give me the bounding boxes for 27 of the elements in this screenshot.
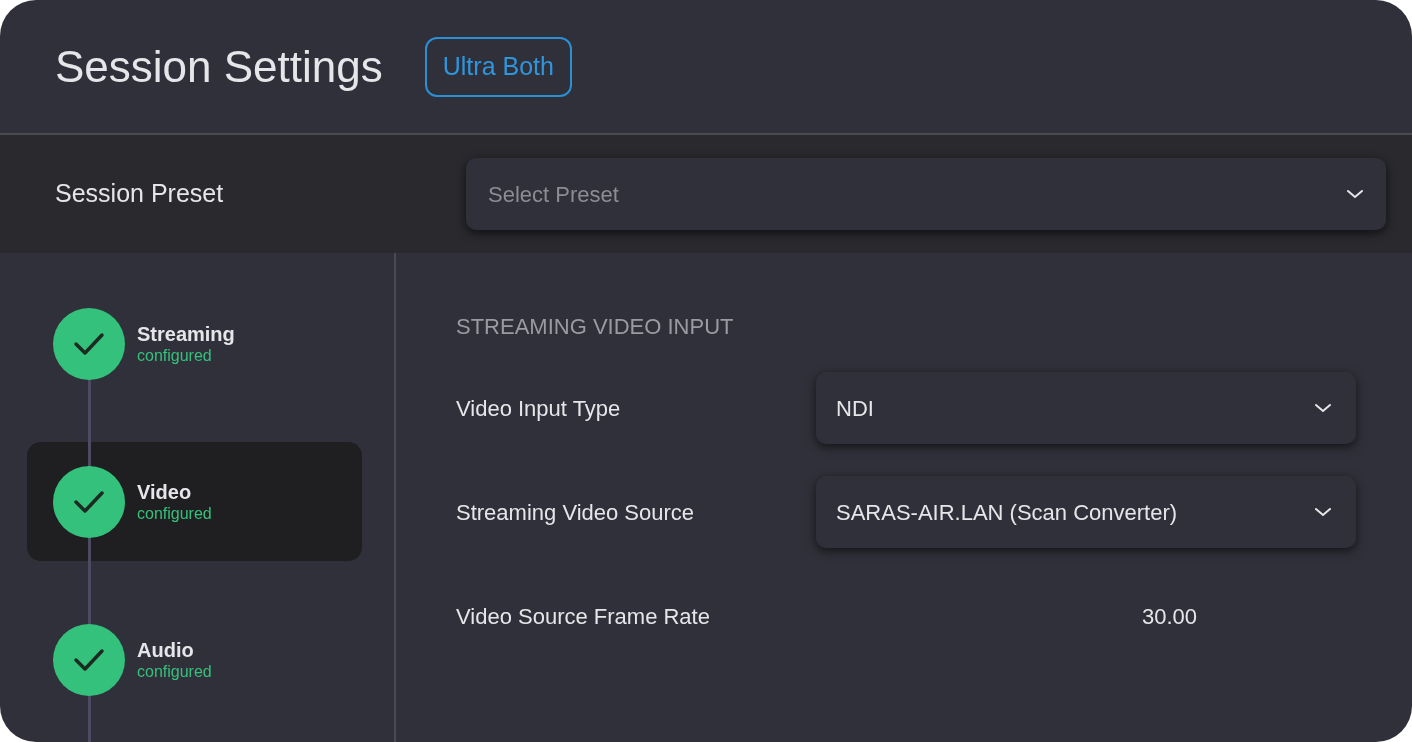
- step-item[interactable]: Streaming configured: [27, 284, 362, 403]
- step-title: Streaming: [137, 321, 235, 346]
- step-title: Audio: [137, 637, 195, 662]
- preset-label: Session Preset: [55, 178, 225, 210]
- preset-dropdown[interactable]: Select Preset: [466, 158, 1386, 230]
- chevron-down-icon: [1314, 507, 1332, 517]
- field-value: 30.00: [1142, 602, 1198, 631]
- select-dropdown[interactable]: NDI: [816, 372, 1356, 444]
- chevron-down-icon: [1346, 189, 1364, 199]
- field-label: Video Source Frame Rate: [456, 602, 711, 631]
- check-icon: [73, 489, 105, 514]
- step-status: configured: [137, 661, 212, 682]
- step-status: configured: [137, 345, 213, 366]
- field-label: Streaming Video Source: [456, 498, 696, 527]
- check-icon: [73, 647, 105, 672]
- step-status: configured: [137, 503, 212, 524]
- step-item[interactable]: Audio configured: [27, 600, 362, 719]
- check-icon: [73, 331, 105, 356]
- mode-tag: Ultra Both: [424, 36, 572, 97]
- window-title: Session Settings: [55, 40, 383, 93]
- preset-placeholder: Select Preset: [488, 180, 619, 209]
- select-dropdown[interactable]: SARAS-AIR.LAN (Scan Converter): [816, 476, 1356, 548]
- step-title: Video: [137, 479, 193, 504]
- chevron-down-icon: [1314, 403, 1332, 413]
- step-item[interactable]: Video configured: [27, 442, 362, 561]
- section-heading: STREAMING VIDEO INPUT: [456, 315, 735, 339]
- field-label: Video Input Type: [456, 394, 622, 423]
